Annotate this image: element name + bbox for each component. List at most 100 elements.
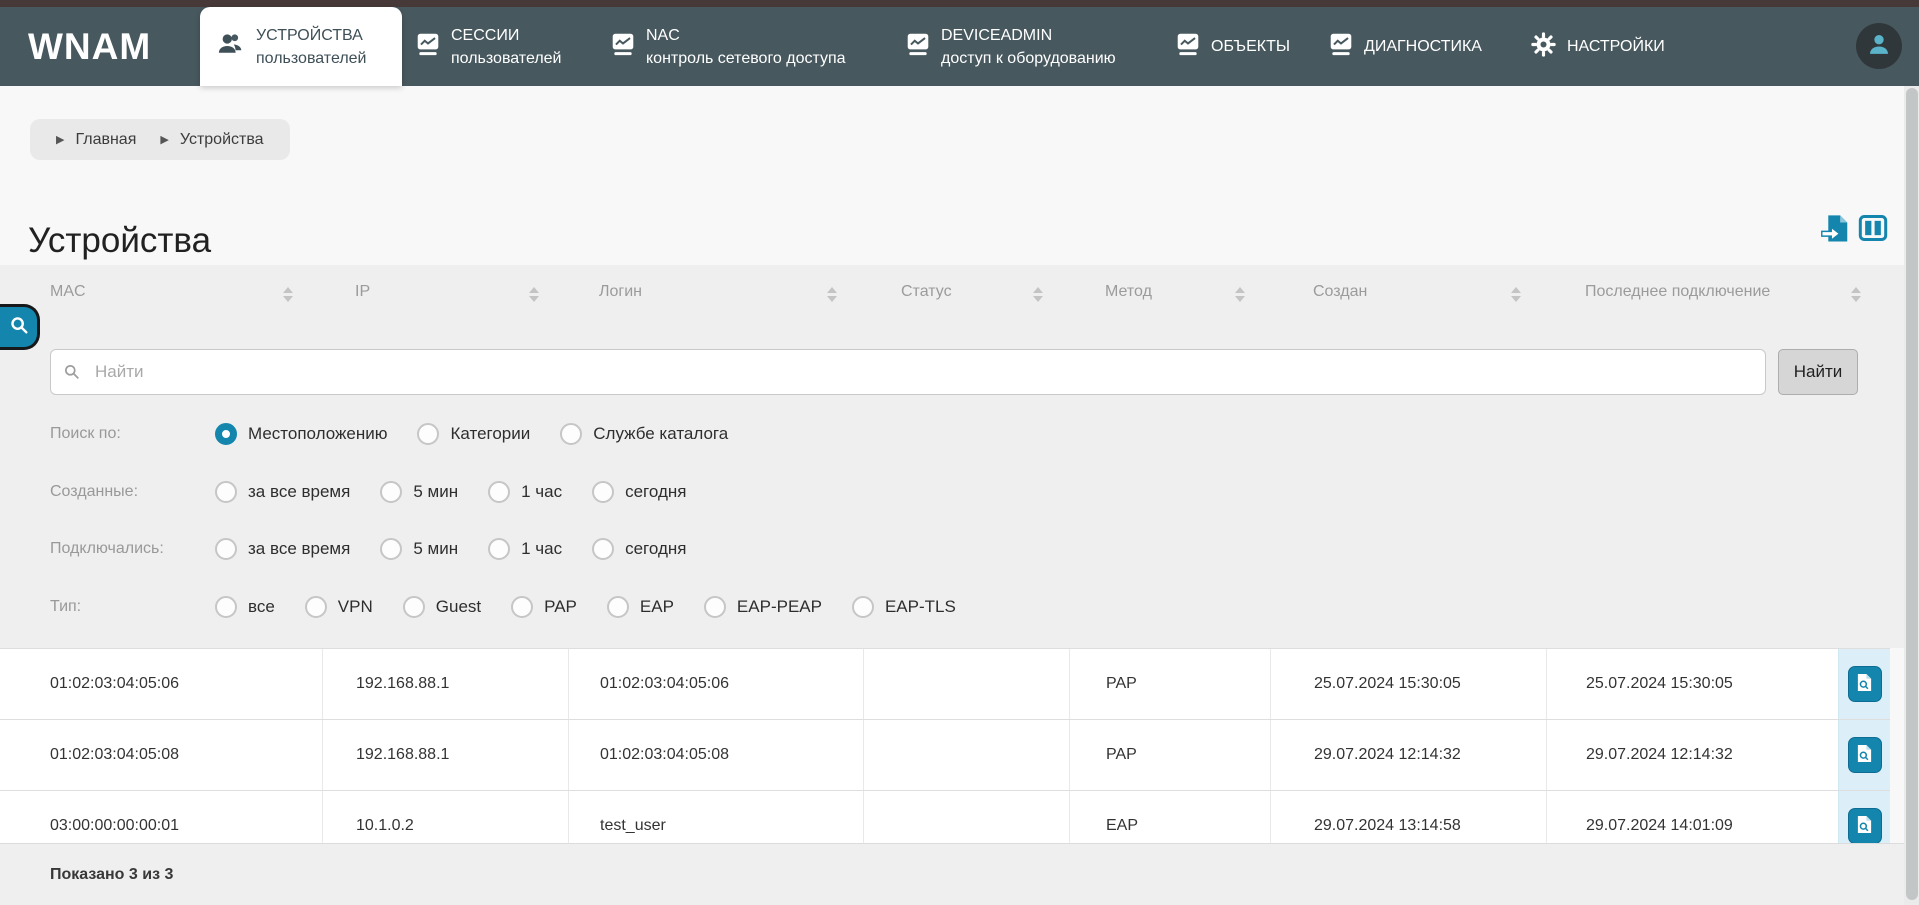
radio-option-all-time[interactable]: за все время	[215, 538, 350, 560]
nav-tab-subtitle: пользователей	[451, 49, 562, 67]
cell-status	[863, 720, 1069, 790]
radio-option-guest[interactable]: Guest	[402, 596, 482, 618]
radio-icon	[488, 538, 511, 560]
sort-icon[interactable]	[1032, 287, 1044, 302]
column-header-last-connection[interactable]: Последнее подключение	[1585, 283, 1770, 305]
cell-last-connection: 25.07.2024 15:30:05	[1546, 649, 1838, 719]
radio-label: Категории	[450, 424, 531, 443]
top-navigation: WNAM УСТРОЙСТВА пользователей СЕССИИ пол…	[0, 7, 1919, 86]
radio-icon	[417, 423, 440, 445]
cell-method: PAP	[1069, 720, 1270, 790]
monitor-icon	[1175, 31, 1201, 62]
radio-option-eap-peap[interactable]: EAP-PEAP	[703, 596, 822, 618]
page-scrollbar[interactable]	[1904, 86, 1919, 905]
nav-tab-title: DEVICEADMIN	[941, 26, 1053, 44]
radio-label: Guest	[435, 597, 482, 616]
radio-label: 1 час	[521, 482, 563, 501]
radio-option-eap-tls[interactable]: EAP-TLS	[851, 596, 956, 618]
scrollbar-thumb[interactable]	[1905, 88, 1918, 900]
radio-option-today[interactable]: сегодня	[592, 481, 686, 503]
radio-label: PAP	[544, 597, 577, 616]
radio-icon	[380, 538, 403, 560]
nav-tab-objects[interactable]: ОБЪЕКТЫ	[1175, 7, 1290, 86]
nav-tab-diagnostics[interactable]: ДИАГНОСТИКА	[1328, 7, 1482, 86]
breadcrumb-item-home[interactable]: ▶ Главная	[56, 131, 136, 149]
radio-icon	[215, 596, 237, 618]
radio-icon	[851, 596, 874, 618]
column-header-method[interactable]: Метод	[1105, 283, 1152, 305]
radio-option-eap[interactable]: EAP	[606, 596, 674, 618]
radio-label: EAP-TLS	[884, 597, 956, 616]
nav-tab-nac[interactable]: NAC контроль сетевого доступа	[610, 7, 846, 86]
cell-last-connection: 29.07.2024 12:14:32	[1546, 720, 1838, 790]
sort-icon[interactable]	[528, 287, 540, 302]
sort-icon[interactable]	[282, 287, 294, 302]
table-row: 01:02:03:04:05:06 192.168.88.1 01:02:03:…	[0, 648, 1890, 719]
cell-created: 25.07.2024 15:30:05	[1270, 649, 1546, 719]
radio-option-pap[interactable]: PAP	[511, 596, 577, 618]
breadcrumb: ▶ Главная ▶ Устройства	[30, 119, 290, 160]
radio-label: сегодня	[625, 482, 687, 501]
radio-icon	[304, 596, 327, 618]
export-file-icon	[1820, 215, 1852, 248]
view-details-button[interactable]	[1847, 666, 1882, 702]
radio-option-directory-service[interactable]: Службе каталога	[560, 423, 728, 445]
column-header-mac[interactable]: MAC	[50, 283, 86, 305]
user-avatar-button[interactable]	[1856, 23, 1902, 69]
radio-label: EAP-PEAP	[736, 597, 822, 616]
filter-row-search-by: Поиск по: Местоположению Категории Служб…	[50, 419, 728, 449]
radio-option-1hour[interactable]: 1 час	[488, 538, 562, 560]
search-input[interactable]	[50, 349, 1766, 395]
sort-icon[interactable]	[1234, 287, 1246, 302]
wnam-app: WNAM УСТРОЙСТВА пользователей СЕССИИ пол…	[0, 0, 1919, 905]
cell-actions	[1838, 720, 1890, 790]
cell-login: 01:02:03:04:05:08	[568, 720, 863, 790]
view-details-button[interactable]	[1847, 737, 1882, 773]
columns-icon	[1858, 214, 1888, 246]
sort-icon[interactable]	[1510, 287, 1522, 302]
radio-option-location[interactable]: Местоположению	[215, 423, 387, 445]
radio-option-5min[interactable]: 5 мин	[380, 538, 458, 560]
column-header-ip[interactable]: IP	[355, 283, 370, 305]
columns-button[interactable]	[1858, 214, 1890, 244]
sort-icon[interactable]	[1850, 287, 1862, 302]
search-panel-toggle[interactable]	[0, 304, 40, 350]
radio-label: Службе каталога	[593, 424, 729, 443]
column-header-status[interactable]: Статус	[901, 283, 952, 305]
radio-option-category[interactable]: Категории	[417, 423, 530, 445]
radio-icon	[402, 596, 425, 618]
search-icon	[8, 314, 30, 341]
monitor-icon	[415, 31, 441, 62]
nav-tab-title: СЕССИИ	[451, 26, 520, 44]
radio-option-all[interactable]: все	[215, 596, 275, 618]
nav-tab-sessions[interactable]: СЕССИИ пользователей	[415, 7, 562, 86]
app-logo: WNAM	[28, 25, 152, 67]
nav-tab-devices[interactable]: УСТРОЙСТВА пользователей	[200, 7, 402, 86]
radio-icon	[592, 481, 615, 503]
breadcrumb-label: Устройства	[179, 130, 264, 148]
export-button[interactable]	[1820, 214, 1852, 244]
radio-label: VPN	[337, 597, 373, 616]
document-search-icon	[1856, 744, 1873, 766]
radio-option-all-time[interactable]: за все время	[215, 481, 350, 503]
filter-row-connected: Подключались: за все время 5 мин 1 час с…	[50, 534, 686, 564]
nav-tab-settings[interactable]: НАСТРОЙКИ	[1530, 7, 1665, 86]
sort-icon[interactable]	[826, 287, 838, 302]
cell-created: 29.07.2024 12:14:32	[1270, 720, 1546, 790]
radio-option-5min[interactable]: 5 мин	[380, 481, 458, 503]
cell-login: 01:02:03:04:05:06	[568, 649, 863, 719]
column-header-login[interactable]: Логин	[599, 283, 642, 305]
radio-icon	[215, 423, 237, 445]
radio-icon	[511, 596, 534, 618]
view-details-button[interactable]	[1847, 807, 1882, 844]
radio-icon	[606, 596, 629, 618]
radio-option-vpn[interactable]: VPN	[304, 596, 373, 618]
search-submit-button[interactable]: Найти	[1778, 349, 1858, 395]
person-icon	[1865, 30, 1893, 63]
nav-tab-deviceadmin[interactable]: DEVICEADMIN доступ к оборудованию	[905, 7, 1116, 86]
radio-label: за все время	[248, 482, 351, 501]
breadcrumb-item-devices[interactable]: ▶ Устройства	[160, 131, 263, 149]
radio-option-today[interactable]: сегодня	[592, 538, 686, 560]
column-header-created[interactable]: Создан	[1313, 283, 1367, 305]
radio-option-1hour[interactable]: 1 час	[488, 481, 562, 503]
